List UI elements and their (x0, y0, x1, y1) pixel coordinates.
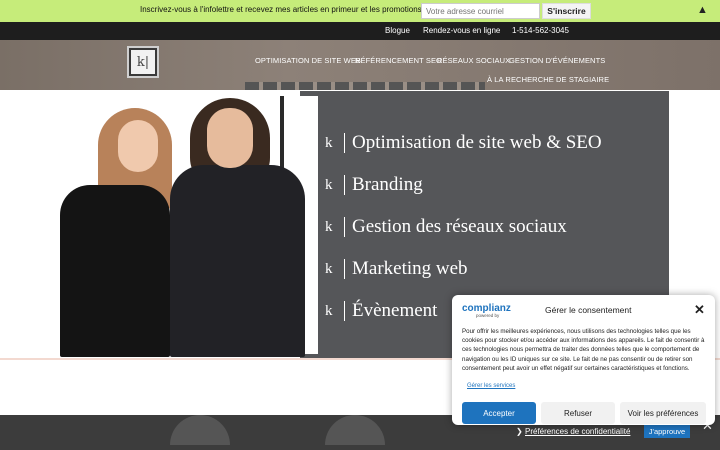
consent-description: Pour offrir les meilleures expériences, … (462, 328, 705, 372)
k-bullet-icon: k (325, 217, 345, 237)
section-icon-circle (170, 415, 230, 445)
chevron-right-icon: ❯ (516, 427, 523, 436)
manage-services-link[interactable]: Gérer les services (467, 383, 515, 389)
person-right-face (207, 108, 253, 168)
k-bullet-icon: k (325, 175, 345, 195)
site-logo[interactable]: k| (129, 48, 157, 76)
service-item: k Branding (325, 174, 423, 196)
collapse-up-icon[interactable]: ▲ (697, 4, 708, 16)
close-icon[interactable]: ✕ (694, 302, 705, 318)
service-label: Branding (352, 174, 423, 195)
service-label: Optimisation de site web & SEO (352, 132, 602, 153)
nav-item-seo[interactable]: RÉFÉRENCEMENT SEO (355, 56, 442, 65)
refuse-button[interactable]: Refuser (541, 402, 615, 424)
person-right-body (170, 165, 305, 357)
service-item: k Gestion des réseaux sociaux (325, 216, 567, 238)
k-bullet-icon: k (325, 301, 345, 321)
newsletter-message: Inscrivez-vous à l'infolettre et recevez… (140, 5, 424, 14)
service-item: k Optimisation de site web & SEO (325, 132, 602, 154)
header-film-strip (245, 82, 485, 90)
nav-item-web-optimization[interactable]: OPTIMISATION DE SITE WEB (255, 56, 361, 65)
contact-bar: Blogue Rendez-vous en ligne 1-514-562-30… (0, 22, 720, 40)
main-header (0, 40, 720, 90)
appointment-link[interactable]: Rendez-vous en ligne (423, 26, 500, 35)
person-left-body (60, 185, 170, 357)
consent-title: Gérer le consentement (545, 305, 632, 315)
accept-button[interactable]: Accepter (462, 402, 536, 424)
service-item: k Marketing web (325, 258, 468, 280)
phone-link[interactable]: 1-514-562-3045 (512, 26, 569, 35)
section-icon-circle (325, 415, 385, 445)
email-input[interactable] (421, 3, 540, 19)
privacy-preferences-link[interactable]: Préférences de confidentialité (525, 427, 630, 436)
nav-item-events[interactable]: GESTION D'ÉVÉNEMENTS (509, 56, 605, 65)
k-bullet-icon: k (325, 133, 345, 153)
blog-link[interactable]: Blogue (385, 26, 410, 35)
subscribe-button[interactable]: S'inscrire (542, 3, 591, 19)
complianz-powered-by: powered by (476, 313, 500, 318)
nav-item-internship[interactable]: À LA RECHERCHE DE STAGIAIRE (487, 75, 609, 84)
service-item: k Évènement (325, 300, 437, 322)
approve-button[interactable]: J'approuve (644, 424, 690, 438)
person-left-face (118, 120, 158, 172)
newsletter-bar: Inscrivez-vous à l'infolettre et recevez… (0, 0, 720, 22)
nav-item-social[interactable]: RÉSEAUX SOCIAUX (437, 56, 510, 65)
k-bullet-icon: k (325, 259, 345, 279)
service-label: Marketing web (352, 258, 468, 279)
service-label: Gestion des réseaux sociaux (352, 216, 567, 237)
view-preferences-button[interactable]: Voir les préférences (620, 402, 706, 424)
service-label: Évènement (352, 300, 438, 321)
consent-modal: complianz powered by Gérer le consenteme… (452, 295, 715, 425)
